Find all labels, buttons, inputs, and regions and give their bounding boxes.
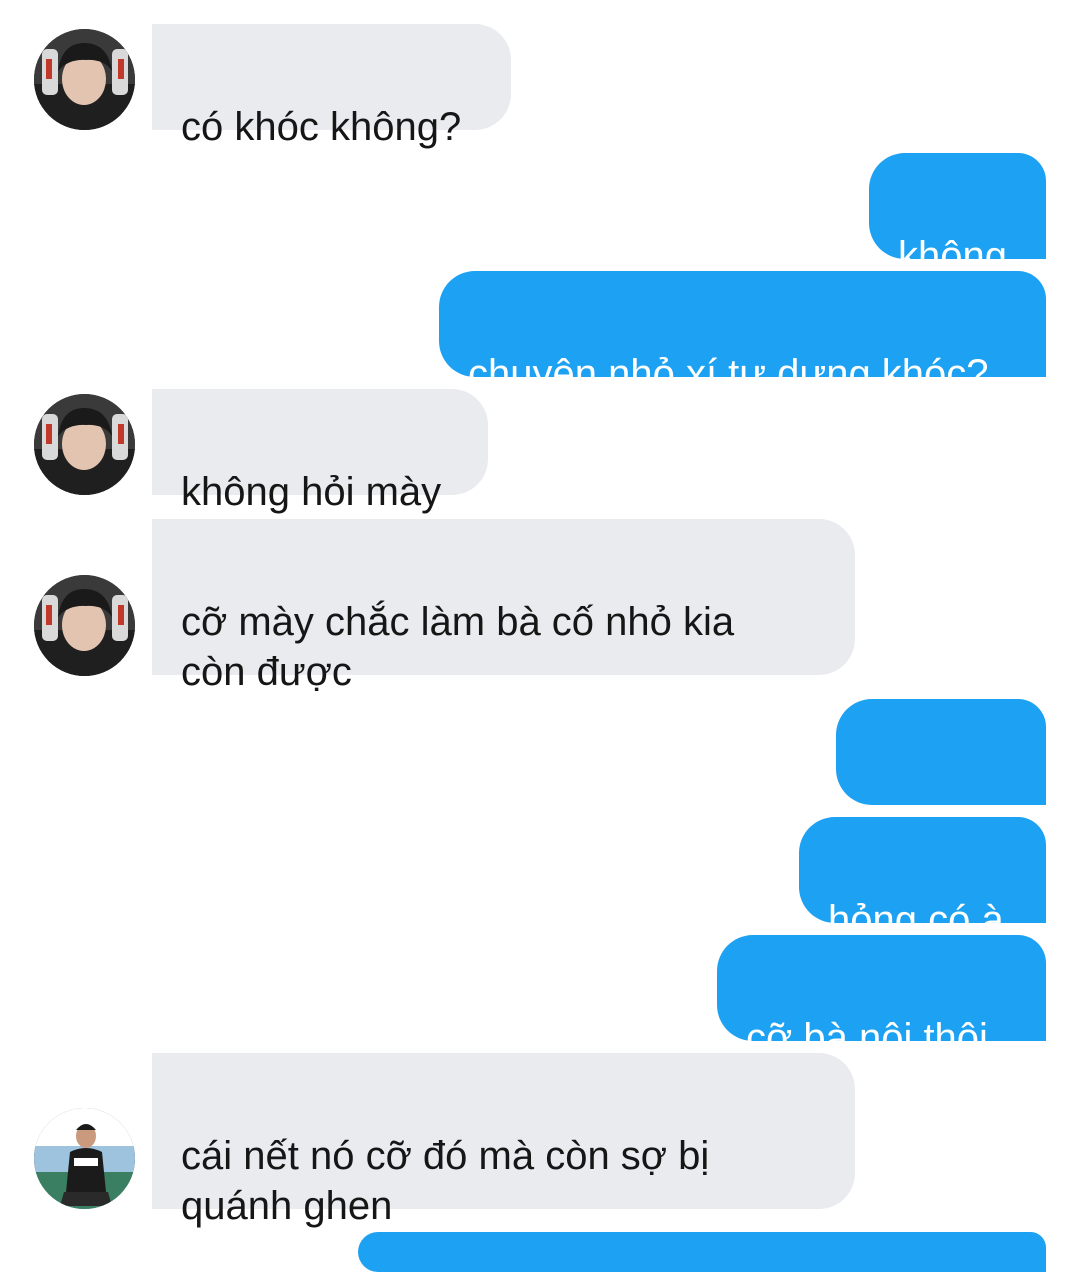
message-bubble[interactable]: cái nết nó cỡ đó mà còn sợ bị quánh ghen [152,1053,855,1228]
message-bubble[interactable]: hỏng có à [799,817,1046,942]
message-text: cái nết nó cỡ đó mà còn sợ bị quánh ghen [181,1134,710,1228]
avatar[interactable] [34,29,135,130]
avatar[interactable] [34,575,135,676]
message-bubble[interactable]: cỡ bà nội thôi [717,935,1046,1060]
message-bubble[interactable]: cỡ mày chắc làm bà cố nhỏ kia còn được [152,519,855,694]
avatar[interactable] [34,1108,135,1209]
message-bubble[interactable] [836,699,1046,877]
message-text: có khóc không? [181,105,462,149]
message-text: không hỏi mày [181,470,442,514]
message-bubble[interactable]: có khóc không? [152,24,511,149]
message-bubble[interactable]: chuyện nhỏ xí tự dưng khóc? [439,271,1046,396]
avatar[interactable] [34,394,135,495]
message-bubble[interactable]: không hỏi mày [152,389,488,514]
message-bubble[interactable] [358,1232,1046,1272]
message-bubble[interactable]: không [869,153,1046,278]
message-text: cỡ mày chắc làm bà cố nhỏ kia còn được [181,600,735,694]
message-text: chuyện nhỏ xí tự dưng khóc? [468,352,989,396]
